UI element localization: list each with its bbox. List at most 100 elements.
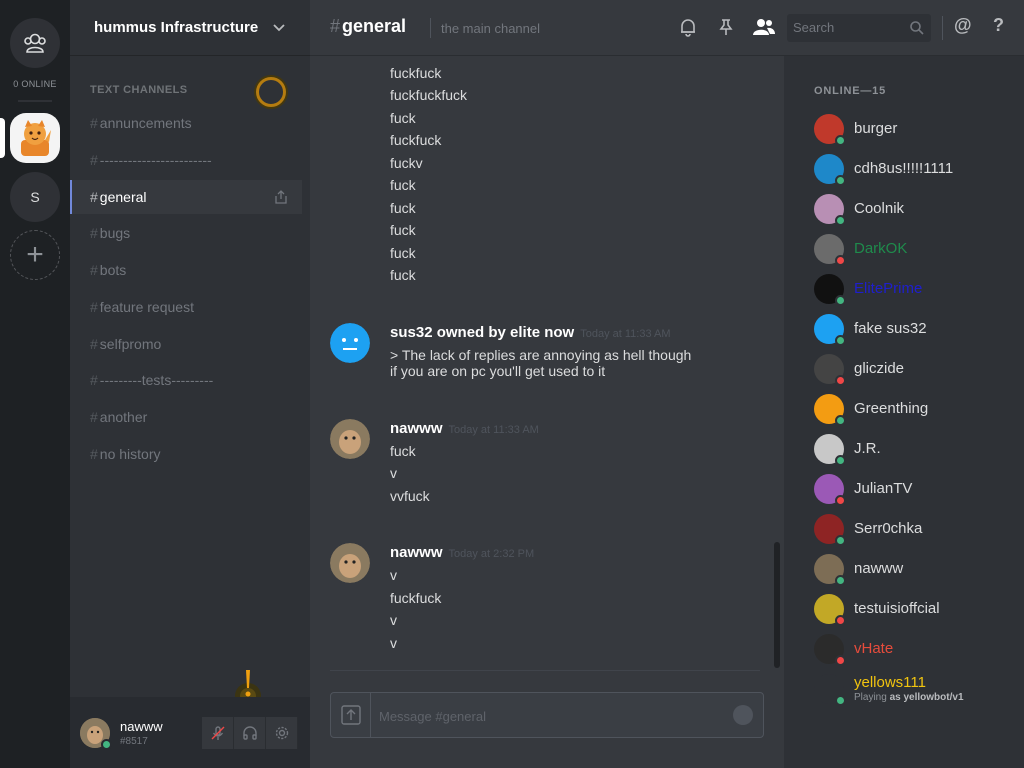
server-header[interactable]: hummus Infrastructure: [70, 0, 310, 56]
channel-general[interactable]: # general: [70, 180, 302, 214]
channel-label: annuncements: [99, 115, 192, 131]
settings-button[interactable]: [266, 717, 298, 749]
message-input[interactable]: [379, 706, 719, 726]
member-item[interactable]: Greenthing: [814, 390, 1014, 426]
message-line: fuck: [390, 200, 416, 216]
message-author[interactable]: sus32 owned by elite now Today at 11:33 A…: [390, 324, 671, 341]
friends-icon: [24, 33, 46, 53]
chat-area: # general the main channel Search @ ? fuc…: [310, 0, 1024, 768]
message-line: fuckfuck: [390, 65, 442, 81]
message-line: fuck: [390, 267, 416, 283]
status-online-icon: [101, 738, 112, 750]
status-online-icon: [835, 135, 846, 146]
add-server-button[interactable]: +: [10, 230, 60, 280]
status-online-icon: [835, 695, 846, 706]
help-button[interactable]: ?: [993, 15, 1004, 36]
channel-topic: the main channel: [441, 21, 541, 36]
member-item[interactable]: Serr0chka: [814, 510, 1014, 546]
members-icon[interactable]: [752, 17, 776, 37]
member-name: J.R.: [854, 440, 881, 457]
channel-annuncements[interactable]: # annuncements: [70, 106, 302, 140]
member-item[interactable]: gliczide: [814, 350, 1014, 386]
hash-icon: #: [90, 372, 98, 388]
member-item[interactable]: burger: [814, 110, 1014, 146]
selected-server-indicator: [0, 118, 5, 158]
avatar[interactable]: [80, 717, 112, 750]
mentions-button[interactable]: @: [954, 15, 972, 36]
channel-selfpromo[interactable]: # selfpromo: [70, 327, 302, 361]
category-label[interactable]: TEXT CHANNELS: [90, 84, 187, 96]
member-name: fake sus32: [854, 320, 927, 337]
message-line: if you are on pc you'll get used to it: [390, 363, 606, 379]
deafen-button[interactable]: [234, 717, 266, 749]
member-name: Serr0chka: [854, 520, 923, 537]
mute-button[interactable]: [202, 717, 234, 749]
channel-bots[interactable]: # bots: [70, 253, 302, 287]
channel-bugs[interactable]: # bugs: [70, 216, 302, 250]
channel-another[interactable]: # another: [70, 400, 302, 434]
message-line: > The lack of replies are annoying as he…: [390, 347, 692, 363]
channel-no-history[interactable]: # no history: [70, 437, 302, 471]
message-line: fuckfuckfuck: [390, 87, 468, 103]
message-line: fuck: [390, 443, 416, 459]
member-name: DarkOK: [854, 240, 908, 257]
avatar[interactable]: [330, 543, 370, 583]
upload-icon: [340, 705, 361, 725]
dog-avatar-icon: [330, 543, 370, 583]
cat-figurine-icon: [21, 120, 51, 156]
member-item[interactable]: JulianTV: [814, 470, 1014, 506]
member-item[interactable]: nawww: [814, 550, 1014, 586]
member-name: nawww: [854, 560, 904, 577]
server-s[interactable]: S: [10, 172, 60, 222]
blue-face-avatar-icon: [330, 323, 370, 363]
discord-app: 0 ONLINE S + hummus Infrastructure TEXT …: [0, 0, 1024, 768]
member-name: ElitePrime: [854, 280, 923, 297]
channel-label: no history: [99, 446, 161, 462]
username: nawww: [120, 718, 163, 734]
gear-icon: [275, 726, 288, 740]
upload-button[interactable]: [331, 693, 371, 737]
channel-separator-1[interactable]: # ------------------------: [70, 143, 302, 177]
channel-sidebar: hummus Infrastructure TEXT CHANNELS # ann…: [70, 0, 310, 768]
channel-feature-request[interactable]: # feature request: [70, 290, 302, 324]
server-hummus-infrastructure[interactable]: [10, 113, 60, 163]
status-dnd-icon: [835, 255, 846, 266]
bell-icon[interactable]: [678, 17, 698, 37]
message-list: fuckfuck fuckfuckfuck fuck fuckfuck fuck…: [310, 56, 784, 668]
chat-scrollbar[interactable]: [774, 542, 780, 668]
status-online-icon: [835, 535, 846, 546]
friends-home-button[interactable]: [10, 18, 60, 68]
member-item[interactable]: ElitePrime: [814, 270, 1014, 306]
member-item[interactable]: DarkOK: [814, 230, 1014, 266]
member-item[interactable]: testuisioffcial: [814, 590, 1014, 626]
message-author[interactable]: nawww Today at 11:33 AM: [390, 420, 539, 437]
message-line: vvfuck: [390, 488, 430, 504]
loading-ring-icon: [256, 77, 286, 107]
avatar[interactable]: [330, 419, 370, 459]
avatar[interactable]: [330, 323, 370, 363]
status-dnd-icon: [835, 615, 846, 626]
invite-icon[interactable]: [274, 190, 288, 204]
member-item[interactable]: cdh8us!!!!!1111: [814, 150, 1014, 186]
emoji-picker-icon[interactable]: [733, 705, 753, 725]
member-item[interactable]: Coolnik: [814, 190, 1014, 226]
hash-icon: #: [90, 446, 98, 462]
hash-icon: #: [330, 16, 341, 36]
member-item[interactable]: vHate: [814, 630, 1014, 666]
member-item[interactable]: yellows111 Playing as yellowbot/v1: [814, 670, 1014, 706]
channel-tests-separator[interactable]: # ---------tests---------: [70, 363, 302, 397]
composer-divider: [330, 670, 760, 671]
status-online-icon: [835, 455, 846, 466]
author-name: nawww: [390, 420, 443, 437]
message-author[interactable]: nawww Today at 2:32 PM: [390, 544, 534, 561]
member-item[interactable]: fake sus32: [814, 310, 1014, 346]
search-input[interactable]: Search: [787, 14, 931, 42]
hash-icon: #: [90, 152, 98, 168]
pin-icon[interactable]: [716, 17, 736, 37]
member-item[interactable]: J.R.: [814, 430, 1014, 466]
message-line: fuck: [390, 177, 416, 193]
user-meta: nawww #8517: [120, 719, 163, 747]
message-timestamp: Today at 2:32 PM: [448, 548, 535, 560]
member-name: Coolnik: [854, 200, 905, 217]
channel-label: selfpromo: [99, 336, 162, 352]
